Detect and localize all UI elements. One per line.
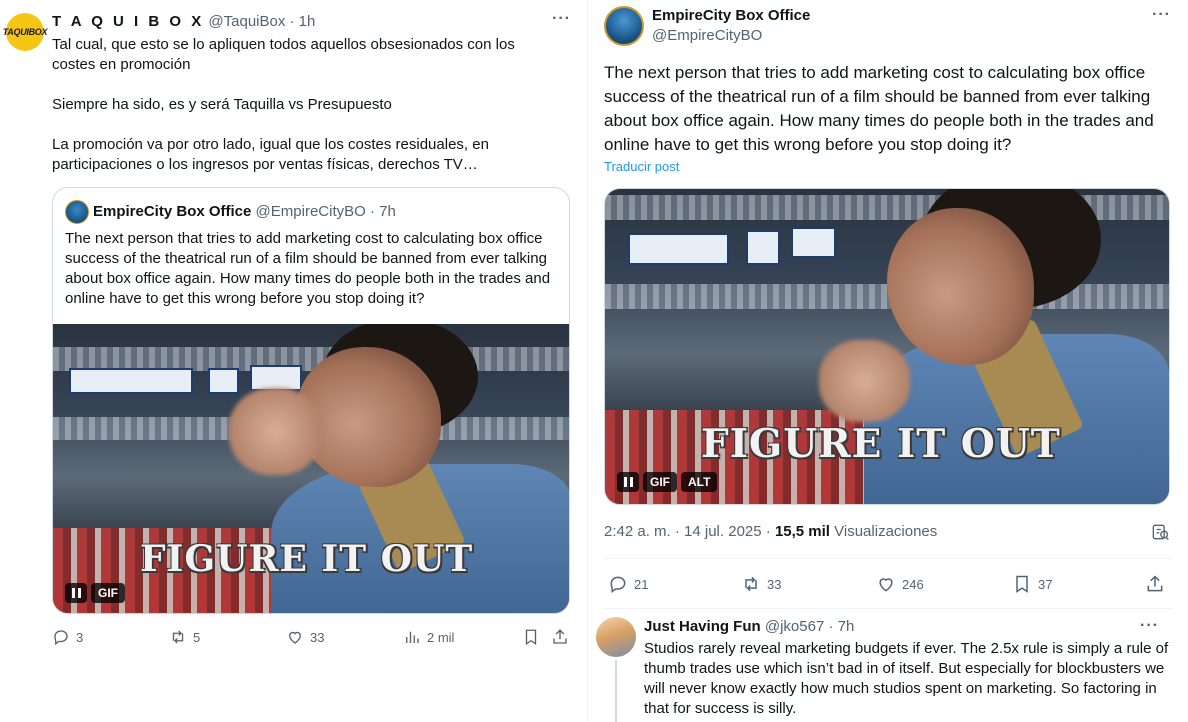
- alt-badge[interactable]: ALT: [681, 472, 718, 492]
- gif-scene: FIGURE IT OUT: [53, 324, 569, 613]
- bookmark-button[interactable]: 37: [1012, 574, 1052, 594]
- scoreboard: [68, 367, 193, 394]
- quoted-tweet[interactable]: EmpireCity Box Office @EmpireCityBO · 7h…: [52, 187, 570, 614]
- gif-controls: GIF ALT: [617, 472, 718, 492]
- gif-media[interactable]: FIGURE IT OUT GIF: [53, 324, 569, 613]
- bookmark-icon: [525, 629, 537, 646]
- tweet-timestamp[interactable]: 2:42 a. m. · 14 jul. 2025 ·: [604, 523, 775, 540]
- like-count: 246: [902, 576, 924, 592]
- tweet-header: T A Q U I B O X @TaquiBox · 1h: [52, 13, 315, 30]
- views-icon: [406, 631, 419, 643]
- author-handle[interactable]: @jko567: [765, 618, 824, 635]
- tweet-meta: 2:42 a. m. · 14 jul. 2025 · 15,5 mil Vis…: [604, 523, 937, 540]
- repost-count: 5: [193, 629, 201, 645]
- reply-icon: [54, 630, 68, 646]
- more-icon[interactable]: ···: [552, 10, 571, 28]
- tweet-paragraph: Siempre ha sido, es y será Taquilla vs P…: [52, 96, 392, 113]
- quoted-header: EmpireCity Box Office @EmpireCityBO · 7h: [93, 203, 396, 220]
- author-name[interactable]: T A Q U I B O X: [52, 13, 204, 30]
- tweet-paragraph: La promoción va por otro lado, igual que…: [52, 136, 489, 173]
- author-name: EmpireCity Box Office: [93, 203, 252, 220]
- scoreboard: [746, 229, 780, 265]
- like-count: 33: [310, 629, 325, 645]
- author-handle[interactable]: @EmpireCityBO: [652, 27, 762, 44]
- left-tweet: TAQUIBOX T A Q U I B O X @TaquiBox · 1h …: [0, 0, 587, 722]
- repost-icon: [172, 630, 184, 644]
- scoreboard: [249, 364, 302, 391]
- divider: [604, 608, 1172, 609]
- translate-link[interactable]: Traducir post: [604, 159, 679, 174]
- pause-icon[interactable]: [65, 583, 87, 603]
- avatar: [65, 200, 89, 224]
- bookmark-button[interactable]: [522, 628, 540, 646]
- face: [887, 207, 1034, 366]
- like-icon: [879, 578, 893, 592]
- gif-badge: GIF: [91, 583, 125, 603]
- author-name[interactable]: Just Having Fun: [644, 618, 761, 635]
- reply-text: Studios rarely reveal marketing budgets …: [644, 640, 1169, 717]
- more-icon[interactable]: ···: [1140, 617, 1159, 635]
- share-button[interactable]: [551, 628, 569, 646]
- share-icon: [1147, 575, 1163, 592]
- thread-line: [615, 660, 617, 722]
- bookmark-count: 37: [1038, 576, 1053, 592]
- share-button[interactable]: [1145, 574, 1165, 594]
- author-handle: @EmpireCityBO: [255, 203, 366, 220]
- repost-count: 33: [767, 576, 782, 592]
- like-button[interactable]: 246: [876, 574, 924, 594]
- gif-caption: FIGURE IT OUT: [140, 538, 474, 580]
- reply-count: 21: [634, 576, 649, 592]
- gif-media[interactable]: FIGURE IT OUT GIF ALT: [604, 188, 1170, 505]
- scoreboard: [208, 367, 240, 394]
- divider: [604, 558, 1172, 559]
- action-bar: 3 5 33 2 mil: [52, 628, 570, 648]
- right-tweet: EmpireCity Box Office @EmpireCityBO ··· …: [588, 0, 1188, 722]
- pause-icon[interactable]: [617, 472, 639, 492]
- gif-controls: GIF: [65, 583, 125, 603]
- reply-count: 3: [76, 629, 84, 645]
- author-handle[interactable]: @TaquiBox: [208, 13, 285, 30]
- share-icon: [553, 629, 567, 644]
- tweet-time: · 7h: [369, 203, 396, 220]
- author-name[interactable]: EmpireCity Box Office: [652, 7, 810, 24]
- reply-icon: [610, 576, 626, 593]
- avatar[interactable]: TAQUIBOX: [2, 13, 48, 51]
- tweet-text: The next person that tries to add market…: [604, 63, 1154, 154]
- avatar-logo-text: TAQUIBOX: [2, 27, 48, 37]
- scoreboard: [627, 233, 730, 265]
- repost-button[interactable]: 5: [169, 628, 200, 646]
- hand: [819, 340, 910, 423]
- views-count: 15,5 mil: [774, 523, 830, 540]
- views-label: Visualizaciones: [829, 523, 938, 540]
- reply-header: Just Having Fun @jko567 · 7h: [644, 618, 854, 635]
- repost-button[interactable]: 33: [741, 574, 781, 594]
- hand: [229, 388, 323, 476]
- analytics-icon[interactable]: [1150, 522, 1170, 542]
- gif-badge: GIF: [643, 472, 677, 492]
- tweet-paragraph: Tal cual, que esto se lo apliquen todos …: [52, 36, 515, 73]
- like-icon: [289, 631, 301, 644]
- tweet-text: Tal cual, que esto se lo apliquen todos …: [52, 35, 552, 175]
- more-icon[interactable]: ···: [1152, 6, 1171, 24]
- avatar[interactable]: [596, 617, 636, 657]
- views-count: 2 mil: [427, 629, 455, 645]
- gif-caption: FIGURE IT OUT: [701, 421, 1061, 467]
- reply-button[interactable]: 3: [52, 628, 83, 646]
- tweet-time[interactable]: · 1h: [290, 13, 316, 30]
- scoreboard: [791, 226, 837, 259]
- gif-scene: FIGURE IT OUT: [605, 189, 1169, 504]
- bookmark-icon: [1016, 575, 1028, 593]
- avatar[interactable]: [604, 6, 644, 46]
- tweet-time[interactable]: · 7h: [828, 618, 854, 635]
- repost-icon: [745, 576, 757, 592]
- action-bar: 21 33 246 37: [604, 574, 1172, 596]
- quoted-text: The next person that tries to add market…: [65, 230, 551, 307]
- like-button[interactable]: 33: [286, 628, 324, 646]
- views-button[interactable]: 2 mil: [403, 628, 454, 646]
- reply-button[interactable]: 21: [608, 574, 648, 594]
